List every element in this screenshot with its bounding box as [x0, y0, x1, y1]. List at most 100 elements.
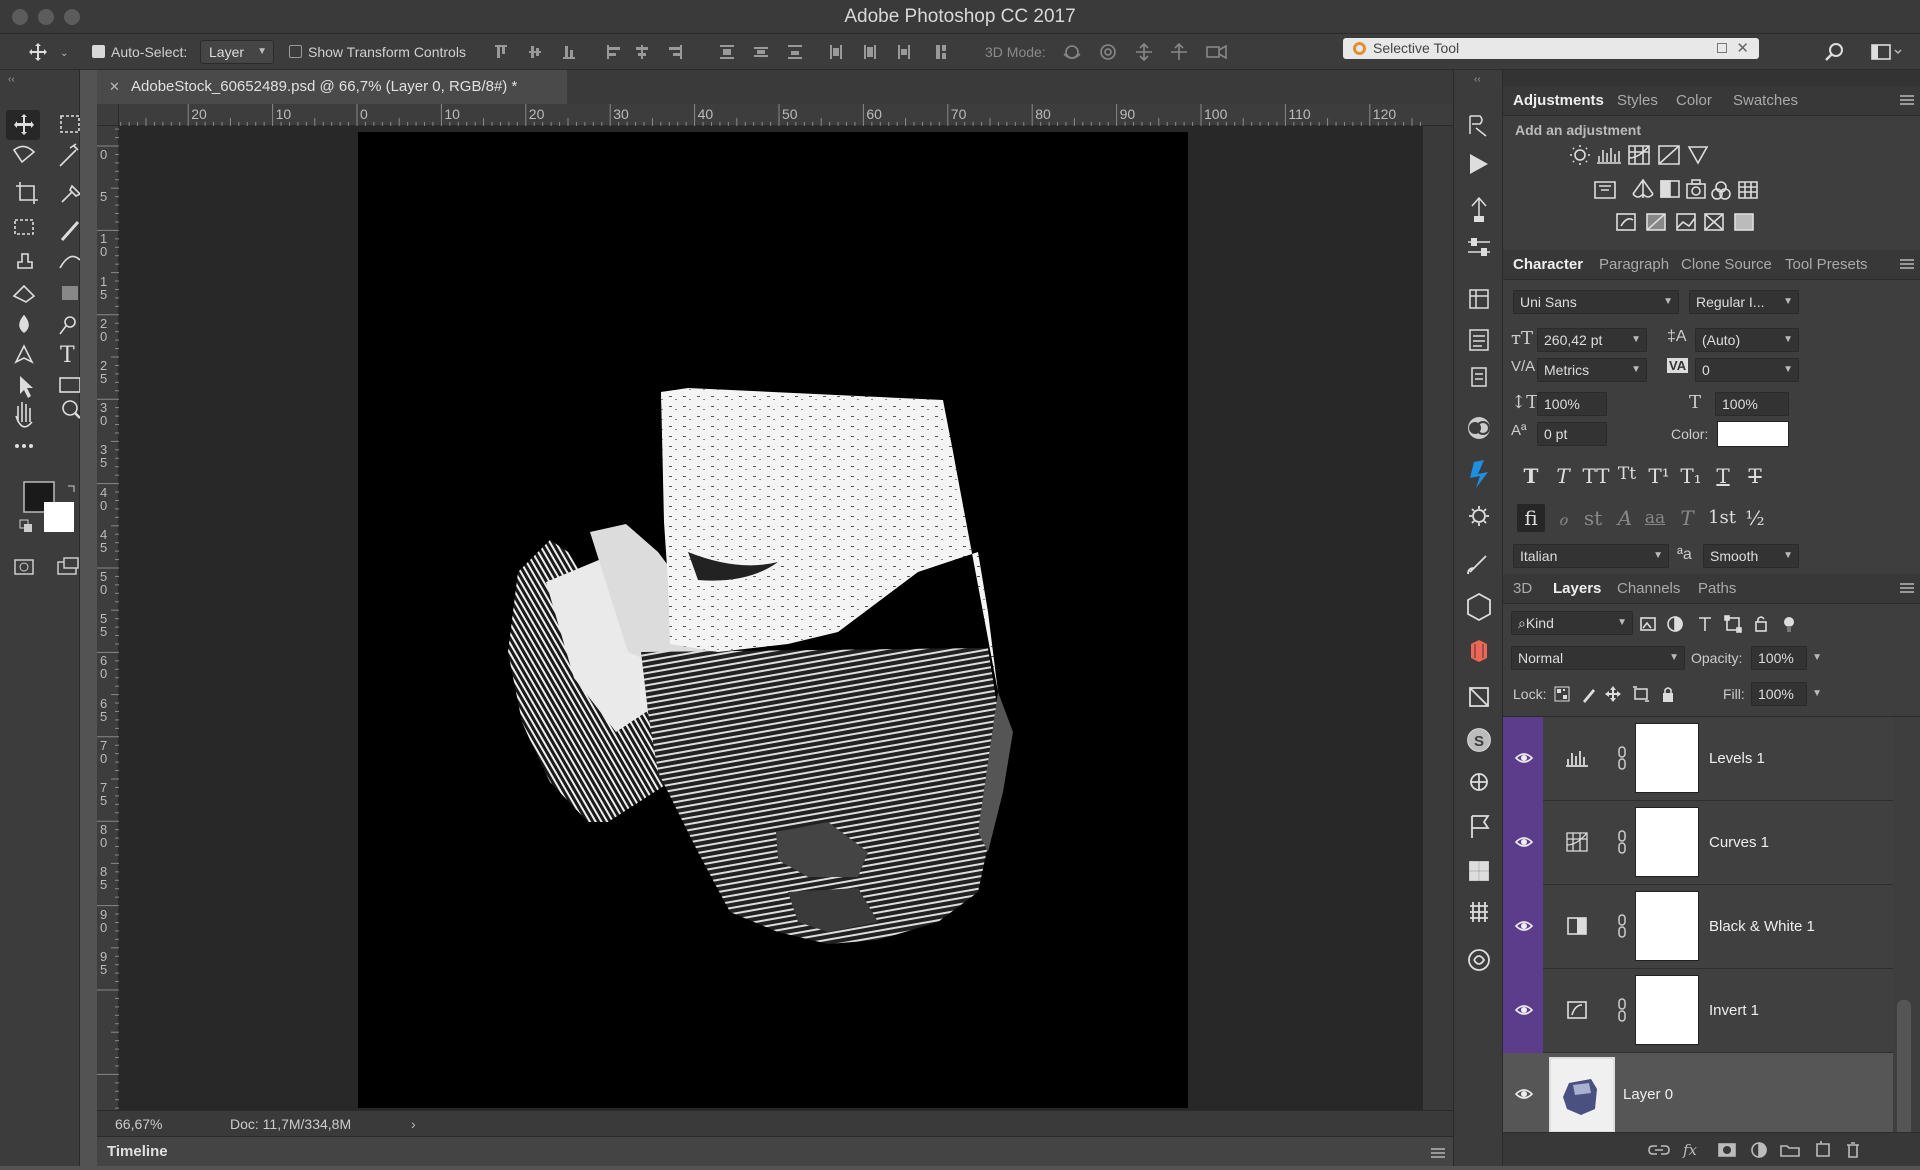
leading-field[interactable]: (Auto) ▼ [1695, 328, 1799, 352]
antialias-select[interactable]: Smooth ▼ [1703, 544, 1799, 568]
ruler-origin[interactable] [97, 104, 119, 126]
chevron-right-icon[interactable]: › [411, 1111, 416, 1137]
link-icon[interactable] [1617, 829, 1627, 855]
history-panel-icon[interactable] [1467, 114, 1493, 140]
tab-swatches[interactable]: Swatches [1733, 86, 1798, 116]
vertical-scrollbar[interactable] [1423, 126, 1453, 1110]
workspace-icon[interactable] [1870, 42, 1902, 62]
discretionary-ligatures-button[interactable]: st [1579, 504, 1607, 532]
superscript-button[interactable]: T¹ [1645, 464, 1673, 488]
extension-panel-icon[interactable] [1467, 460, 1493, 486]
layer-row-invert[interactable]: Invert 1 [1503, 969, 1893, 1053]
layer-thumbnail[interactable] [1549, 1057, 1615, 1133]
fractions-button[interactable]: ½ [1741, 504, 1769, 532]
faux-italic-button[interactable]: T [1549, 464, 1577, 488]
3d-panel-icon[interactable] [1467, 288, 1493, 314]
layer-name[interactable]: Black & White 1 [1709, 885, 1815, 969]
spiral-panel-icon[interactable] [1467, 948, 1493, 974]
zoom-level[interactable]: 66,67% [115, 1111, 162, 1137]
subscript-button[interactable]: T₁ [1677, 464, 1705, 488]
tab-layers[interactable]: Layers [1553, 574, 1601, 604]
brush-settings-panel-icon[interactable] [1467, 196, 1493, 222]
underline-button[interactable]: T [1709, 464, 1737, 488]
fill-field[interactable]: 100% ▼ [1751, 682, 1822, 706]
quick-mask-button[interactable] [14, 558, 40, 582]
chevron-down-icon[interactable]: ▼ [1812, 683, 1822, 705]
layer-name[interactable]: Layer 0 [1623, 1053, 1673, 1137]
tab-3d[interactable]: 3D [1513, 574, 1532, 604]
link-icon[interactable] [1617, 745, 1627, 771]
layer-action-icons[interactable]: fx [1647, 1140, 1907, 1160]
swash-button[interactable]: A [1611, 504, 1639, 532]
all-caps-button[interactable]: TT [1579, 464, 1613, 488]
link-icon[interactable] [1617, 997, 1627, 1023]
auto-select-checkbox[interactable] [92, 45, 105, 58]
stylistic-alternates-button[interactable]: aa [1641, 504, 1669, 532]
layer-name[interactable]: Curves 1 [1709, 801, 1769, 885]
path-select-tool-button[interactable] [8, 390, 40, 422]
mesh-panel-icon[interactable] [1467, 902, 1493, 928]
language-select[interactable]: Italian ▼ [1513, 544, 1669, 568]
move-tool-button[interactable] [8, 110, 40, 142]
selective-tool-bar[interactable]: Selective Tool ✕ [1343, 38, 1759, 59]
panel-menu-icon[interactable] [1900, 583, 1914, 593]
timeline-panel[interactable]: Timeline [97, 1136, 1453, 1166]
properties-panel-icon[interactable] [1467, 236, 1493, 262]
stamp-tool-button[interactable] [8, 252, 40, 284]
notes-panel-icon[interactable] [1467, 328, 1493, 354]
tab-adjustments[interactable]: Adjustments [1513, 86, 1604, 116]
screen-mode-button[interactable] [56, 558, 82, 582]
type-tool-button[interactable] [52, 356, 84, 388]
rectangle-tool-button[interactable] [52, 390, 84, 422]
ordinals-button[interactable]: 1st [1707, 504, 1737, 532]
search-icon[interactable] [1824, 42, 1844, 62]
lock-icons[interactable] [1553, 684, 1683, 704]
collapse-icon[interactable]: ‹‹ [8, 74, 15, 85]
auto-select-dropdown[interactable]: Layer ▼ [200, 40, 274, 64]
crop-tool-button[interactable] [8, 180, 40, 212]
pen-tool-button[interactable] [8, 356, 40, 388]
document-canvas[interactable] [358, 132, 1188, 1108]
tab-channels[interactable]: Channels [1617, 574, 1680, 604]
document-tab[interactable]: ✕ AdobeStock_60652489.psd @ 66,7% (Layer… [97, 70, 567, 104]
font-size-field[interactable]: 260,42 pt ▼ [1537, 328, 1647, 352]
layer-row-levels[interactable]: Levels 1 [1503, 717, 1893, 801]
marquee-tool-button[interactable] [52, 110, 84, 142]
font-family-select[interactable]: Uni Sans ▼ [1513, 290, 1679, 314]
flag-panel-icon[interactable] [1467, 814, 1493, 840]
panel-menu-icon[interactable] [1900, 95, 1914, 105]
opacity-field[interactable]: 100% ▼ [1751, 646, 1822, 670]
history-brush-tool-button[interactable] [52, 252, 84, 284]
show-transform-checkbox[interactable] [289, 45, 302, 58]
chevron-down-icon[interactable]: ▼ [1812, 647, 1822, 669]
tab-clone-source[interactable]: Clone Source [1681, 250, 1772, 280]
layer-filter-select[interactable]: ⌕Kind ▼ [1511, 611, 1633, 635]
layer-name[interactable]: Invert 1 [1709, 969, 1759, 1053]
tab-color[interactable]: Color [1676, 86, 1712, 116]
collapse-icon[interactable]: ‹‹ [1474, 74, 1481, 85]
layer-mask-thumbnail[interactable] [1635, 807, 1699, 877]
healing-tool-button[interactable] [8, 216, 40, 248]
tracking-field[interactable]: 0 ▼ [1695, 358, 1799, 382]
horizontal-scale-field[interactable]: 100% [1715, 392, 1789, 416]
layer-name[interactable]: Levels 1 [1709, 717, 1765, 801]
magic-wand-tool-button[interactable] [52, 144, 84, 176]
eye-icon[interactable] [1515, 835, 1533, 849]
text-color-swatch[interactable] [1717, 421, 1789, 447]
libraries-panel-icon[interactable] [1467, 416, 1493, 442]
eye-icon[interactable] [1515, 1087, 1533, 1101]
close-tab-icon[interactable]: ✕ [109, 70, 120, 104]
restore-icon[interactable] [1717, 43, 1727, 53]
titling-alternates-button[interactable]: T [1673, 504, 1701, 532]
layers-scrollbar[interactable] [1897, 1000, 1911, 1140]
small-caps-button[interactable]: Tt [1613, 464, 1641, 484]
blend-mode-select[interactable]: Normal ▼ [1511, 646, 1685, 670]
tab-character[interactable]: Character [1513, 250, 1583, 280]
dodge-tool-button[interactable] [52, 320, 84, 352]
layer-filter-icons[interactable] [1639, 614, 1809, 634]
layer-row-curves[interactable]: Curves 1 [1503, 801, 1893, 885]
layer-mask-thumbnail[interactable] [1635, 723, 1699, 793]
old-style-button[interactable]: ℴ [1549, 504, 1577, 532]
cube-panel-icon[interactable] [1467, 594, 1493, 620]
eraser-tool-button[interactable] [8, 286, 40, 318]
